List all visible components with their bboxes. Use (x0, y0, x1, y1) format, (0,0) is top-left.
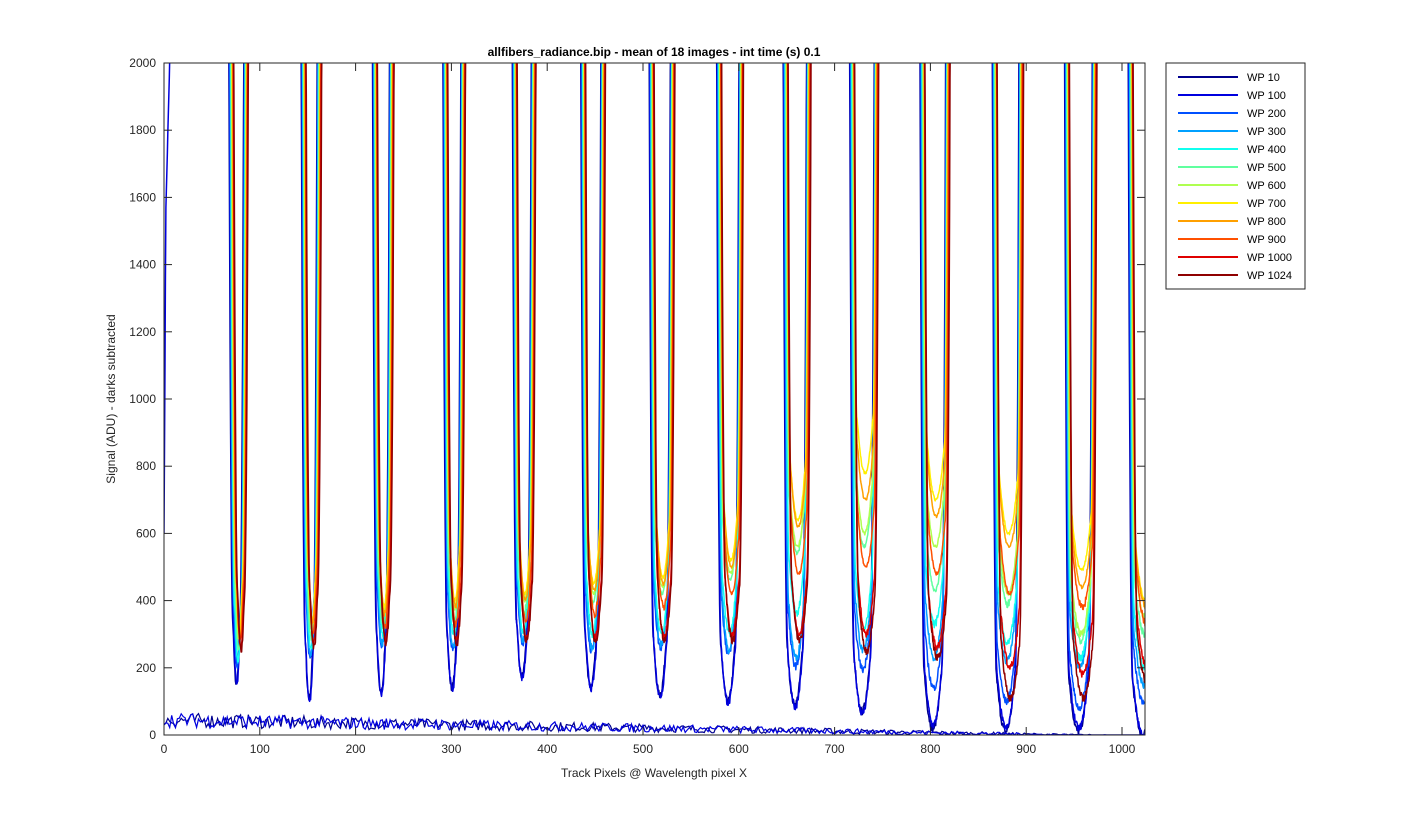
x-tick-label: 800 (920, 742, 940, 756)
x-tick-label: 600 (729, 742, 749, 756)
x-tick-label: 1000 (1109, 742, 1136, 756)
legend-label: WP 1024 (1247, 270, 1292, 282)
x-tick-label: 0 (161, 742, 168, 756)
legend-label: WP 100 (1247, 90, 1286, 102)
legend: WP 10 WP 100 WP 200 WP 300 WP 400 WP 500 WP 60… (1165, 62, 1306, 290)
legend-label: WP 600 (1247, 180, 1286, 192)
x-tick-label: 500 (633, 742, 653, 756)
y-tick-label: 600 (136, 526, 156, 540)
y-tick-label: 1800 (129, 123, 156, 137)
legend-label: WP 300 (1247, 126, 1286, 138)
x-tick-label: 700 (825, 742, 845, 756)
y-tick-label: 1000 (129, 392, 156, 406)
chart-title: allfibers_radiance.bip - mean of 18 imag… (488, 45, 821, 59)
y-tick-label: 200 (136, 661, 156, 675)
x-tick-label: 100 (250, 742, 270, 756)
y-tick-label: 800 (136, 459, 156, 473)
figure: 0 100 200 300 400 500 600 700 800 900 1000 0 200 400… (104, 45, 1306, 780)
y-tick-label: 2000 (129, 56, 156, 70)
x-tick-label: 200 (346, 742, 366, 756)
y-tick-label: 0 (149, 728, 156, 742)
legend-label: WP 10 (1247, 72, 1280, 84)
legend-label: WP 400 (1247, 144, 1286, 156)
y-tick-label: 1600 (129, 190, 156, 204)
legend-label: WP 900 (1247, 234, 1286, 246)
legend-label: WP 500 (1247, 162, 1286, 174)
plot-area: 0 100 200 300 400 500 600 700 800 900 1000 0 200 400… (129, 56, 1146, 756)
x-tick-label: 900 (1016, 742, 1036, 756)
legend-label: WP 200 (1247, 108, 1286, 120)
y-tick-label: 400 (136, 594, 156, 608)
x-tick-label: 300 (441, 742, 461, 756)
x-tick-label: 400 (537, 742, 557, 756)
legend-label: WP 1000 (1247, 252, 1292, 264)
legend-label: WP 700 (1247, 198, 1286, 210)
y-tick-label: 1200 (129, 325, 156, 339)
y-tick-label: 1400 (129, 258, 156, 272)
y-axis-label: Signal (ADU) - darks subtracted (104, 314, 118, 483)
legend-label: WP 800 (1247, 216, 1286, 228)
x-axis-label: Track Pixels @ Wavelength pixel X (561, 766, 747, 780)
